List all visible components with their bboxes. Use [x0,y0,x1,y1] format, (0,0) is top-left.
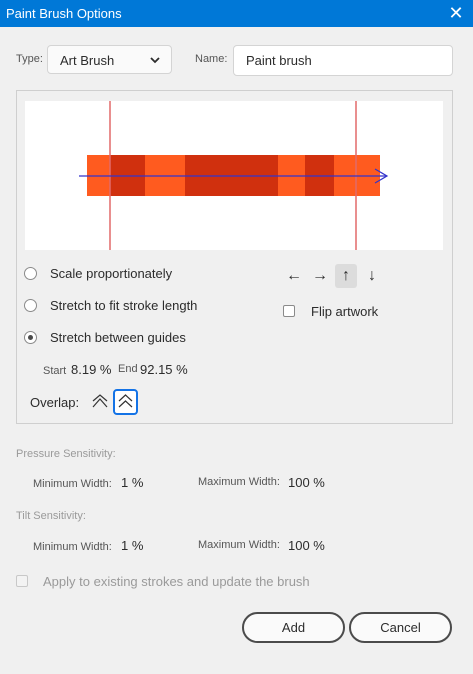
title-bar: Paint Brush Options ✕ [0,0,473,27]
end-value-field[interactable]: 92.15 % [140,362,188,377]
start-value-field[interactable]: 8.19 % [71,362,111,377]
tilt-max-width-label: Maximum Width: [198,539,280,551]
overlap-adjust-button[interactable] [113,389,138,415]
scale-proportionately-radio[interactable] [24,267,37,280]
close-icon[interactable]: ✕ [439,0,473,27]
overlap-label: Overlap: [30,395,80,410]
apply-existing-strokes-checkbox[interactable] [16,575,28,587]
apply-existing-strokes-label: Apply to existing strokes and update the… [43,574,310,589]
chevron-down-icon [150,57,160,64]
type-select[interactable]: Art Brush [47,45,172,74]
brush-preview-canvas [79,101,389,250]
direction-down-button[interactable]: ↓ [361,264,383,288]
add-button[interactable]: Add [242,612,345,643]
direction-right-button[interactable]: → [309,264,331,288]
tilt-max-width-value[interactable]: 100 % [288,538,325,553]
type-label: Type: [16,53,43,65]
direction-up-button[interactable]: ↑ [335,264,357,288]
cancel-button[interactable]: Cancel [349,612,452,643]
brush-preview [25,101,443,250]
tilt-min-width-label: Minimum Width: [33,541,112,553]
stretch-between-guides-label: Stretch between guides [50,330,186,345]
pressure-max-width-value[interactable]: 100 % [288,475,325,490]
start-label: Start [43,365,67,377]
overlap-adjust-icon [118,394,133,408]
pressure-sensitivity-heading: Pressure Sensitivity: [16,448,116,460]
stretch-to-fit-label: Stretch to fit stroke length [50,298,198,313]
flip-artwork-checkbox[interactable] [283,305,295,317]
direction-left-button[interactable]: ← [283,264,305,288]
window-title: Paint Brush Options [6,6,122,21]
tilt-min-width-value[interactable]: 1 % [121,538,143,553]
overlap-no-adjust-icon [92,394,108,408]
name-label: Name: [195,53,228,65]
stretch-between-guides-radio[interactable] [24,331,37,344]
pressure-max-width-label: Maximum Width: [198,476,280,488]
flip-artwork-label: Flip artwork [311,304,379,319]
scale-proportionately-label: Scale proportionately [50,266,173,281]
overlap-no-adjust-button[interactable] [88,390,112,414]
type-select-value: Art Brush [60,53,115,68]
stretch-to-fit-radio[interactable] [24,299,37,312]
pressure-min-width-value[interactable]: 1 % [121,475,143,490]
tilt-sensitivity-heading: Tilt Sensitivity: [16,510,86,522]
end-label: End [118,363,138,375]
name-field[interactable] [233,45,453,76]
pressure-min-width-label: Minimum Width: [33,478,112,490]
